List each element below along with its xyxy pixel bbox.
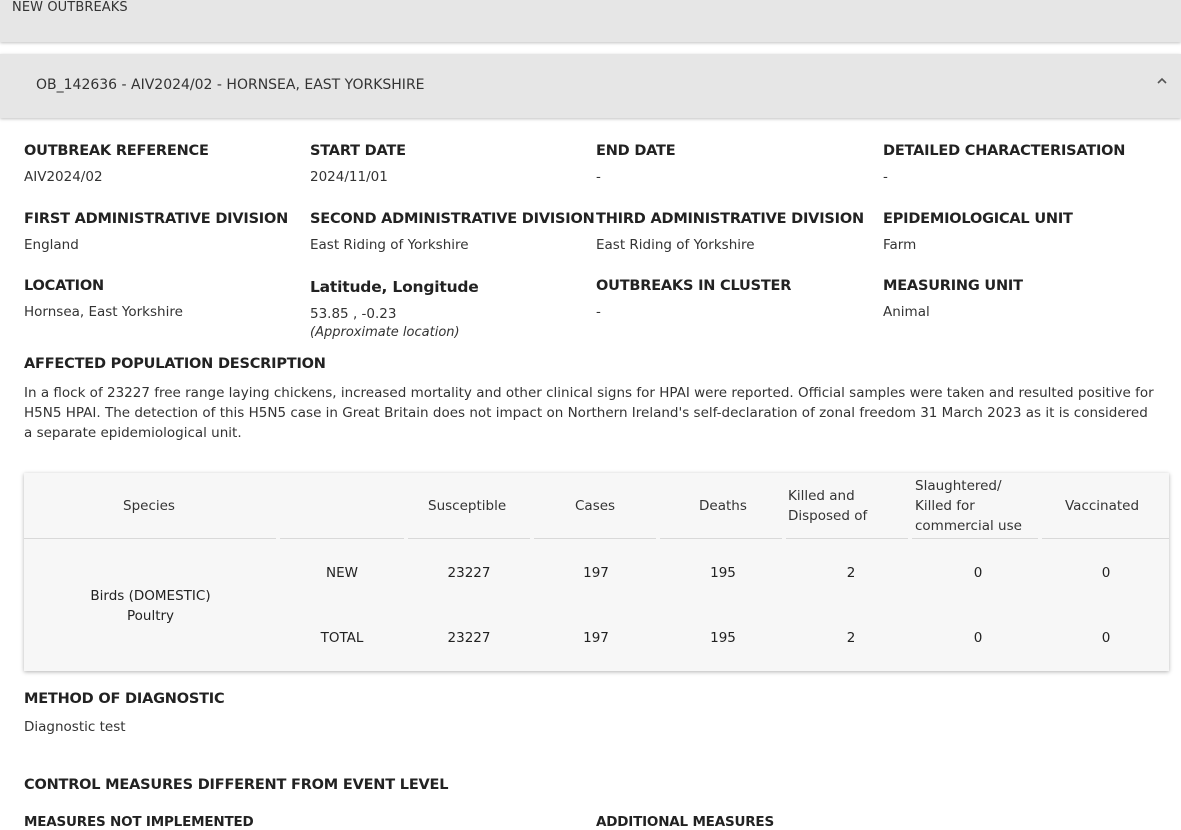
epi-unit-value: Farm: [883, 237, 917, 253]
header-divider: [1042, 538, 1169, 539]
detailed-characterisation-field: DETAILED CHARACTERISATION -: [883, 143, 1169, 185]
outbreak-reference-label: OUTBREAK REFERENCE: [24, 143, 209, 159]
outbreak-panel-title: OB_142636 - AIV2024/02 - HORNSEA, EAST Y…: [36, 77, 425, 93]
new-outbreaks-bar[interactable]: NEW OUTBREAKS: [0, 0, 1181, 42]
header-divider: [24, 538, 276, 539]
measures-not-implemented-label: MEASURES NOT IMPLEMENTED: [24, 814, 254, 830]
outbreaks-in-cluster-field: OUTBREAKS IN CLUSTER -: [596, 278, 882, 320]
susceptible-header: Susceptible: [428, 498, 507, 514]
measuring-unit-value: Animal: [883, 304, 930, 320]
vaccinated-header: Vaccinated: [1065, 498, 1140, 514]
first-admin-field: FIRST ADMINISTRATIVE DIVISION England: [24, 211, 310, 253]
killed-header-line2: Disposed of: [788, 508, 868, 524]
detailed-characterisation-value: -: [883, 169, 888, 185]
lat-long-field: Latitude, Longitude 53.85 , -0.23 (Appro…: [310, 278, 596, 340]
deaths-cell: 195: [710, 565, 736, 581]
slaughtered-header-line3: commercial use: [915, 518, 1022, 534]
header-divider: [912, 538, 1038, 539]
start-date-label: START DATE: [310, 143, 406, 159]
new-outbreaks-label: NEW OUTBREAKS: [12, 0, 128, 15]
header-divider: [660, 538, 782, 539]
header-divider: [408, 538, 530, 539]
start-date-value: 2024/11/01: [310, 169, 388, 185]
header-divider: [280, 538, 404, 539]
vaccinated-cell: 0: [1101, 565, 1111, 581]
slaughtered-header: Slaughtered/ Killed for commercial use: [915, 476, 1022, 536]
cases-cell: 197: [583, 630, 609, 646]
second-admin-label: SECOND ADMINISTRATIVE DIVISION: [310, 211, 595, 227]
location-value: Hornsea, East Yorkshire: [24, 304, 183, 320]
header-divider: [786, 538, 908, 539]
species-name: Birds (DOMESTIC): [90, 588, 211, 604]
second-admin-field: SECOND ADMINISTRATIVE DIVISION East Ridi…: [310, 211, 596, 253]
killed-cell: 2: [846, 565, 856, 581]
location-field: LOCATION Hornsea, East Yorkshire: [24, 278, 310, 320]
deaths-cell: 195: [710, 630, 736, 646]
end-date-label: END DATE: [596, 143, 676, 159]
population-table: Species Susceptible Cases Deaths Killed …: [24, 473, 1169, 671]
location-label: LOCATION: [24, 278, 104, 294]
outbreak-reference-field: OUTBREAK REFERENCE AIV2024/02: [24, 143, 310, 185]
outbreak-reference-value: AIV2024/02: [24, 169, 103, 185]
method-of-diagnostic-label: METHOD OF DIAGNOSTIC: [24, 691, 225, 707]
row-type-cell: NEW: [326, 565, 358, 581]
epi-unit-field: EPIDEMIOLOGICAL UNIT Farm: [883, 211, 1169, 253]
species-subname: Poultry: [126, 608, 175, 624]
additional-measures-label: ADDITIONAL MEASURES: [596, 814, 774, 830]
slaughtered-cell: 0: [973, 565, 983, 581]
lat-long-value: 53.85 , -0.23: [310, 306, 397, 322]
lat-long-label: Latitude, Longitude: [310, 278, 479, 296]
affected-population-text: In a flock of 23227 free range laying ch…: [24, 385, 1154, 441]
approx-location-note: (Approximate location): [310, 325, 460, 340]
slaughtered-header-line2: Killed for: [915, 498, 975, 514]
outbreak-panel-header[interactable]: OB_142636 - AIV2024/02 - HORNSEA, EAST Y…: [0, 54, 1181, 118]
third-admin-value: East Riding of Yorkshire: [596, 237, 755, 253]
third-admin-field: THIRD ADMINISTRATIVE DIVISION East Ridin…: [596, 211, 882, 253]
first-admin-label: FIRST ADMINISTRATIVE DIVISION: [24, 211, 289, 227]
outbreaks-in-cluster-label: OUTBREAKS IN CLUSTER: [596, 278, 792, 294]
detailed-characterisation-label: DETAILED CHARACTERISATION: [883, 143, 1126, 159]
first-admin-value: England: [24, 237, 79, 253]
outbreaks-in-cluster-value: -: [596, 304, 601, 320]
measuring-unit-label: MEASURING UNIT: [883, 278, 1023, 294]
vaccinated-cell: 0: [1101, 630, 1111, 646]
killed-disposed-header: Killed and Disposed of: [788, 486, 867, 526]
deaths-header: Deaths: [699, 498, 747, 514]
row-type-cell: TOTAL: [320, 630, 364, 646]
susceptible-cell: 23227: [447, 565, 491, 581]
slaughtered-header-line1: Slaughtered/: [915, 478, 1002, 494]
species-header: Species: [123, 498, 175, 514]
end-date-value: -: [596, 169, 601, 185]
start-date-field: START DATE 2024/11/01: [310, 143, 596, 185]
cases-cell: 197: [583, 565, 609, 581]
second-admin-value: East Riding of Yorkshire: [310, 237, 469, 253]
control-measures-label: CONTROL MEASURES DIFFERENT FROM EVENT LE…: [24, 777, 449, 793]
killed-cell: 2: [846, 630, 856, 646]
chevron-up-icon[interactable]: [1155, 74, 1169, 88]
method-of-diagnostic-value: Diagnostic test: [24, 719, 126, 735]
slaughtered-cell: 0: [973, 630, 983, 646]
species-cell: Birds (DOMESTIC) Poultry: [24, 586, 277, 626]
affected-population-label: AFFECTED POPULATION DESCRIPTION: [24, 356, 326, 372]
end-date-field: END DATE -: [596, 143, 882, 185]
killed-header-line1: Killed and: [788, 488, 855, 504]
susceptible-cell: 23227: [447, 630, 491, 646]
header-divider: [534, 538, 656, 539]
measuring-unit-field: MEASURING UNIT Animal: [883, 278, 1169, 320]
third-admin-label: THIRD ADMINISTRATIVE DIVISION: [596, 211, 864, 227]
cases-header: Cases: [575, 498, 616, 514]
epi-unit-label: EPIDEMIOLOGICAL UNIT: [883, 211, 1073, 227]
